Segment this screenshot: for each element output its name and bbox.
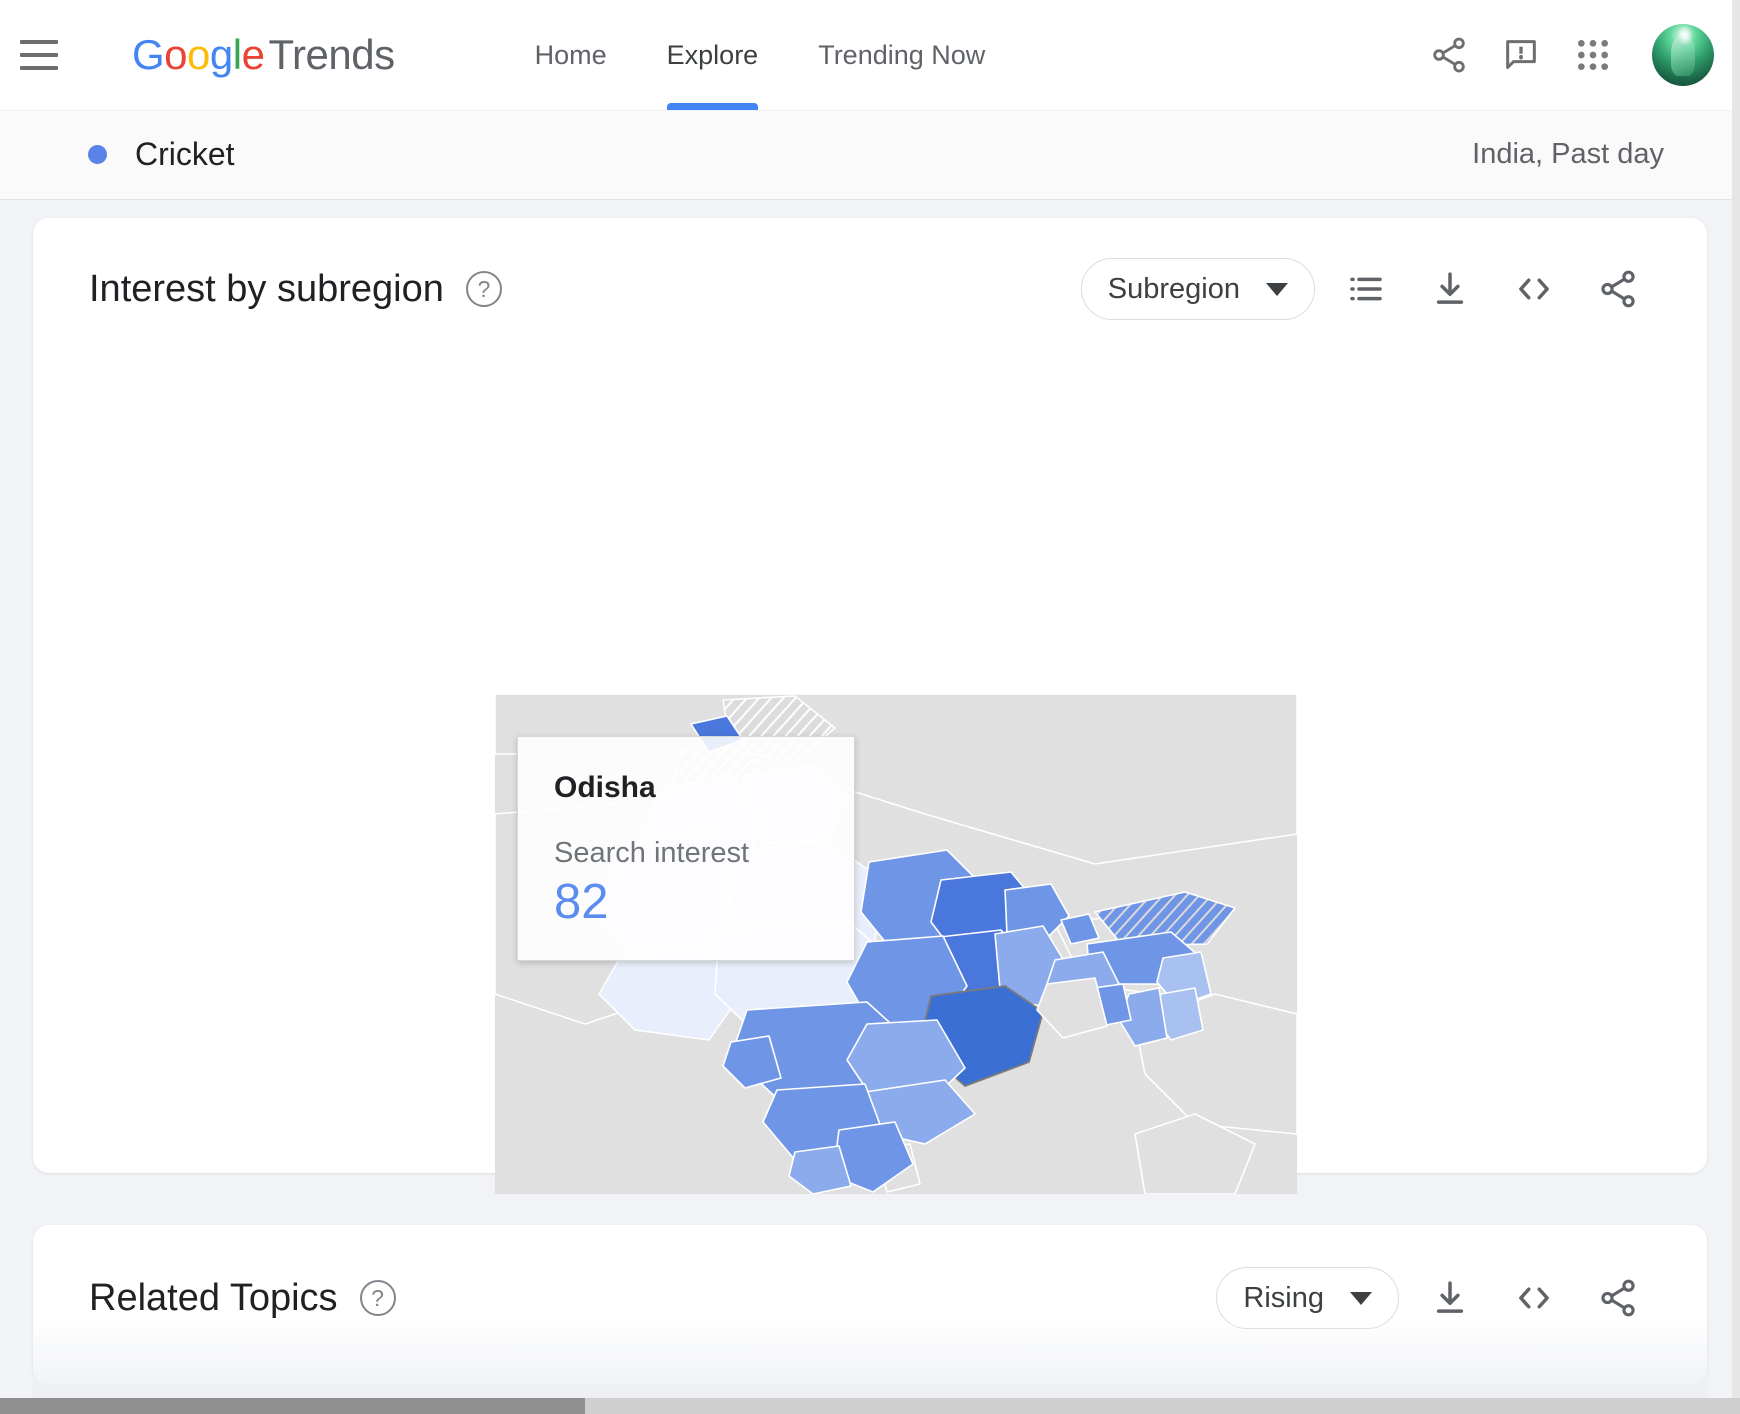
logo-trends-word: Trends — [268, 31, 394, 79]
subregion-card-header: Interest by subregion ? Subregion — [33, 218, 1707, 328]
right-edge-strip — [1732, 0, 1740, 1414]
logo-letter: g — [210, 31, 233, 79]
avatar-glow — [1677, 25, 1693, 46]
related-topics-title: Related Topics — [89, 1277, 338, 1320]
interest-by-subregion-card: Interest by subregion ? Subregion — [33, 218, 1707, 1173]
logo-letter: o — [187, 31, 210, 79]
apps-grid-icon[interactable] — [1562, 24, 1624, 86]
share-icon[interactable] — [1585, 256, 1651, 322]
primary-nav: Home Explore Trending Now — [505, 0, 1016, 110]
list-view-icon[interactable] — [1333, 256, 1399, 322]
top-app-bar: G o o g l e Trends Home Explore Trending… — [0, 0, 1740, 110]
tooltip-metric-label: Search interest — [554, 837, 818, 870]
app-bar-actions — [1418, 24, 1740, 86]
page-title: Interest by subregion — [89, 268, 444, 311]
nav-tab-explore[interactable]: Explore — [637, 0, 789, 110]
help-icon[interactable]: ? — [466, 271, 502, 307]
subregion-card-tools: Subregion — [1081, 256, 1651, 322]
embed-code-icon[interactable] — [1501, 256, 1567, 322]
share-icon[interactable] — [1418, 24, 1480, 86]
horizontal-scrollbar-thumb[interactable] — [0, 1398, 585, 1414]
chevron-down-icon — [1350, 1292, 1372, 1305]
feedback-icon[interactable] — [1490, 24, 1552, 86]
page-root: G o o g l e Trends Home Explore Trending… — [0, 0, 1740, 1414]
query-summary-bar: Cricket India, Past day — [0, 110, 1740, 200]
related-topics-sort-value: Rising — [1243, 1282, 1324, 1315]
subregion-granularity-value: Subregion — [1108, 273, 1240, 306]
user-avatar[interactable] — [1652, 24, 1714, 86]
tooltip-metric-value: 82 — [554, 876, 818, 930]
hamburger-bar — [20, 53, 58, 57]
query-color-dot — [88, 145, 107, 164]
query-scope-meta: India, Past day — [1472, 138, 1664, 171]
download-icon[interactable] — [1417, 256, 1483, 322]
google-trends-logo[interactable]: G o o g l e Trends — [132, 31, 395, 79]
nav-tab-trending-now[interactable]: Trending Now — [788, 0, 1015, 110]
nav-tab-home[interactable]: Home — [505, 0, 637, 110]
chevron-down-icon — [1266, 283, 1288, 296]
logo-letter: o — [164, 31, 187, 79]
query-term[interactable]: Cricket — [135, 136, 235, 173]
horizontal-scrollbar[interactable] — [0, 1398, 1740, 1414]
hamburger-bar — [20, 40, 58, 44]
bottom-fade — [33, 1318, 1707, 1398]
logo-letter: G — [132, 31, 164, 79]
hamburger-bar — [20, 66, 58, 70]
map-tooltip: Odisha Search interest 82 — [517, 736, 855, 961]
subregion-choropleth-map[interactable]: Odisha Search interest 82 — [495, 694, 1297, 1194]
logo-letter: e — [242, 31, 265, 79]
subregion-granularity-select[interactable]: Subregion — [1081, 258, 1315, 320]
hamburger-menu-icon[interactable] — [20, 40, 58, 70]
tooltip-region-name: Odisha — [554, 771, 818, 805]
logo-letter: l — [233, 31, 242, 79]
help-icon[interactable]: ? — [360, 1280, 396, 1316]
